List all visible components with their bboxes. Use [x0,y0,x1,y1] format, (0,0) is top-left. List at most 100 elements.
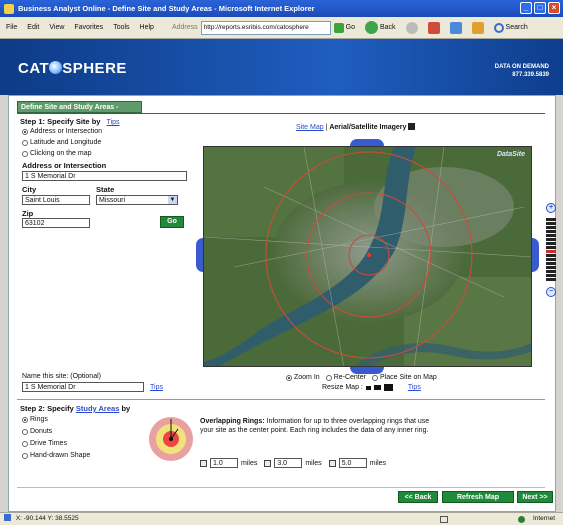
radio-lat-long[interactable]: Latitude and Longitude [22,139,101,146]
ring1-input[interactable]: 1.0 [210,458,238,468]
state-select[interactable]: Missouri ▼ [96,195,178,205]
resize-small-icon[interactable] [365,385,371,390]
address-input-field[interactable]: 1 S Memorial Dr [22,171,187,181]
search-button[interactable]: Search [493,22,528,33]
address-field-label: Address or Intersection [22,161,107,170]
address-input[interactable]: http://reports.esribis.com/catosphere [200,20,331,35]
zip-input[interactable]: 63102 [22,218,90,228]
resize-map-row: Resize Map : Tips [322,384,421,391]
radio-dot-icon [286,374,292,381]
city-input[interactable]: Saint Louis [22,195,90,205]
menu-view[interactable]: View [49,24,64,31]
locate-go-button[interactable]: Go [160,216,184,228]
resize-medium-icon[interactable] [373,385,381,390]
rings-heading: Overlapping Rings: [200,418,265,425]
window-title: Business Analyst Online - Define Site an… [18,4,315,13]
page-icon [4,514,11,521]
resize-large-icon[interactable] [383,384,393,391]
status-panel-icon [440,516,448,523]
back-button[interactable]: Back [364,21,396,34]
zoom-in-icon[interactable]: + [546,203,556,213]
radio-zoom-in[interactable]: Zoom In [286,374,320,381]
menu-bar: File Edit View Favorites Tools Help Addr… [0,17,563,39]
step1-title: Step 1: Specify Site by Tips [20,117,120,126]
zip-label: Zip [22,209,34,218]
ie-logo-icon [4,3,14,14]
menu-help[interactable]: Help [140,24,154,31]
header-contact: DATA ON DEMAND 877.339.5839 [495,63,549,79]
back-arrow-icon [364,21,378,34]
step-divider [17,399,545,400]
step2-title: Step 2: Specify Study Areas by [20,404,131,413]
radio-donuts[interactable]: Donuts [22,428,52,435]
ring2-input[interactable]: 3.0 [274,458,303,468]
site-name-input[interactable]: 1 S Memorial Dr [22,382,144,392]
rings-description: Overlapping Rings: Information for up to… [200,418,440,435]
radio-place-site[interactable]: Place Site on Map [371,374,437,381]
study-areas-link[interactable]: Study Areas [76,404,120,413]
radio-dot-icon [22,139,28,146]
step1-tips-link[interactable]: Tips [107,119,120,126]
pan-north-arrow[interactable] [350,139,384,146]
next-step-button[interactable]: Next >> [517,491,553,503]
zoom-out-icon[interactable]: − [546,287,556,297]
radio-address[interactable]: Address or Intersection [22,128,102,135]
resize-map-label: Resize Map : [322,384,363,391]
ring2-unit: miles [305,459,322,467]
menu-favorites[interactable]: Favorites [74,24,103,31]
radio-recenter[interactable]: Re-Center [325,374,366,381]
pan-south-arrow[interactable] [350,367,384,374]
site-map-link[interactable]: Site Map [296,124,324,131]
go-button[interactable]: Go [333,22,355,33]
radio-dot-icon [22,452,28,459]
ring3-unit: miles [369,459,387,467]
minimize-icon[interactable]: _ [520,2,532,14]
site-name-tips-link[interactable]: Tips [150,384,163,391]
refresh-icon[interactable] [449,21,462,34]
map-click-options: Zoom In Re-Center Place Site on Map [286,374,437,381]
back-step-button[interactable]: << Back [398,491,438,503]
print-icon[interactable] [408,123,416,130]
section-divider [17,113,545,114]
radio-dot-icon [325,374,332,381]
maximize-icon[interactable]: □ [534,2,546,14]
map-tips-link[interactable]: Tips [408,384,421,391]
globe-icon [49,61,63,74]
pan-east-arrow[interactable] [532,238,539,272]
radio-dot-icon [371,374,378,381]
go-arrow-icon [333,22,344,33]
window-titlebar: Business Analyst Online - Define Site an… [0,0,563,17]
refresh-map-button[interactable]: Refresh Map [442,491,514,503]
ring3-input[interactable]: 5.0 [338,458,367,468]
ring2-checkbox[interactable] [264,459,272,467]
zoom-slider[interactable] [546,218,556,284]
radio-dot-icon [22,416,28,423]
ring1-checkbox[interactable] [200,459,207,467]
menu-file[interactable]: File [6,24,17,31]
pan-west-arrow[interactable] [196,238,203,272]
close-icon[interactable]: × [548,2,560,14]
menu-tools[interactable]: Tools [113,24,129,31]
aerial-imagery-label[interactable]: Aerial/Satellite Imagery [329,124,406,131]
map-imagery [204,147,531,366]
view-separator: | [325,124,328,131]
aerial-map[interactable]: DataSite [203,146,532,367]
home-icon[interactable] [471,21,484,34]
radio-dot-icon [22,150,28,157]
radio-drive-times[interactable]: Drive Times [22,440,67,447]
forward-icon[interactable] [405,21,418,34]
rings-diagram-icon [148,416,194,462]
menu-edit[interactable]: Edit [27,24,39,31]
ring3-checkbox[interactable] [328,459,336,467]
section-title-tab[interactable]: Define Site and Study Areas - [17,101,142,113]
catosphere-logo[interactable]: CAT SPHERE [18,60,127,77]
radio-rings[interactable]: Rings [22,416,48,423]
map-view-toggle: Site Map | Aerial/Satellite Imagery [296,123,416,131]
header-phone: 877.339.5839 [512,72,549,78]
map-brand-watermark: DataSite [496,151,525,158]
stop-icon[interactable] [427,21,440,34]
status-zone: Internet [532,515,555,522]
radio-click-map[interactable]: Clicking on the map [22,150,91,157]
state-label: State [96,185,115,194]
radio-hand-drawn[interactable]: Hand-drawn Shape [22,452,90,459]
